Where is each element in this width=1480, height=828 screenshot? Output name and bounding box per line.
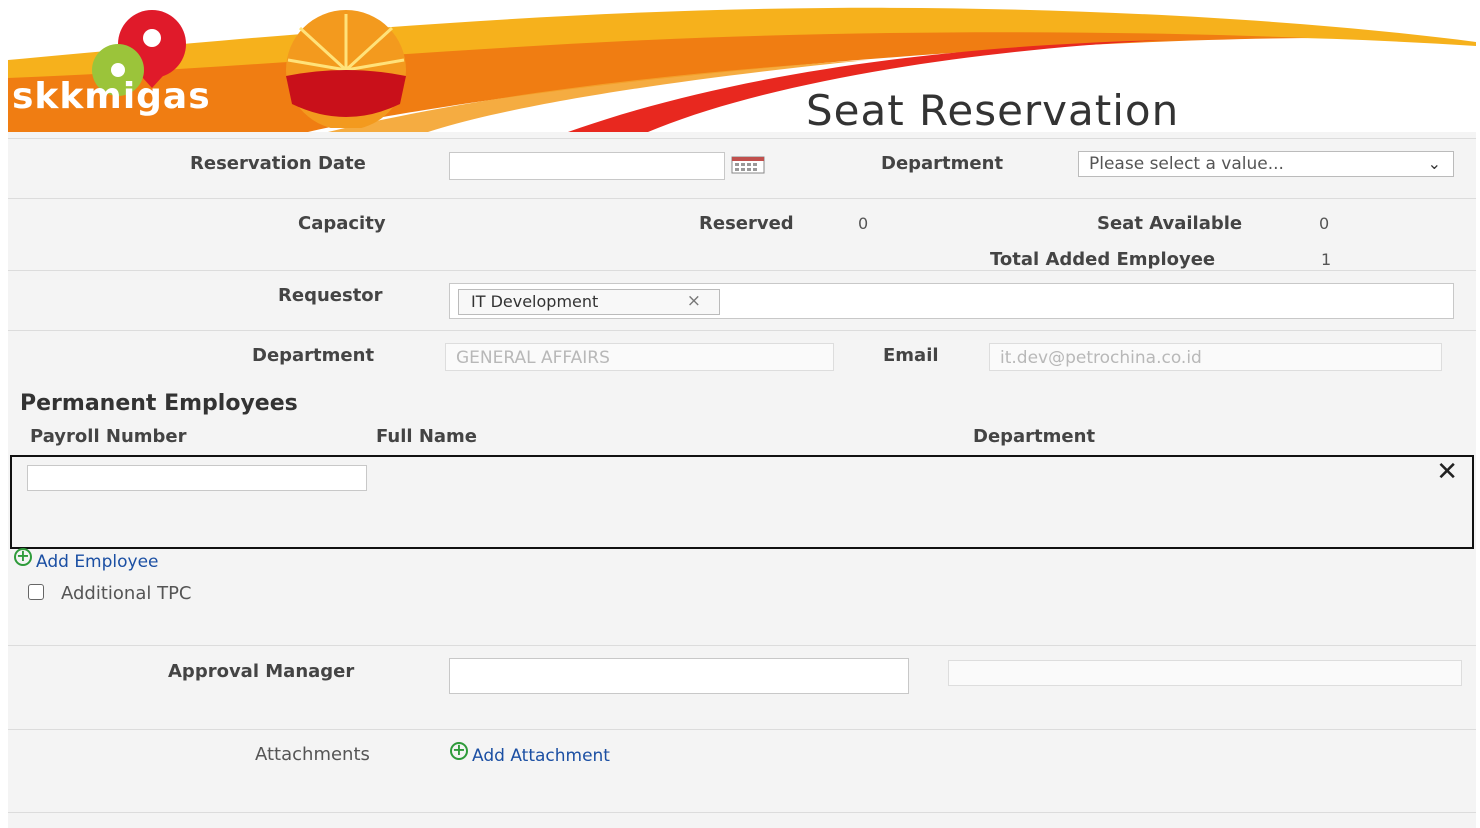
add-circle-icon: + [450, 742, 468, 760]
remove-tag-icon[interactable]: × [687, 291, 701, 311]
divider [8, 330, 1476, 331]
reservation-date-label: Reservation Date [190, 153, 366, 174]
calendar-icon[interactable] [731, 156, 765, 174]
reserved-label: Reserved [699, 213, 794, 234]
chevron-down-icon: ⌄ [1427, 154, 1441, 173]
department-select-value: Please select a value... [1089, 154, 1284, 174]
additional-tpc-checkbox[interactable] [28, 584, 44, 600]
header-banner: skkmigas Seat Reservation [8, 0, 1476, 132]
approval-manager-input[interactable] [449, 658, 909, 694]
total-added-employee-label: Total Added Employee [990, 249, 1216, 270]
divider [8, 198, 1476, 199]
column-header-full-name: Full Name [376, 426, 477, 447]
seat-reservation-form: skkmigas Seat Reservation Reservation Da… [8, 0, 1476, 828]
divider [8, 138, 1476, 139]
requestor-picker[interactable]: IT Development × [449, 283, 1454, 319]
brand-wordmark: skkmigas [12, 76, 211, 117]
payroll-number-input[interactable] [27, 465, 367, 491]
divider [8, 270, 1476, 271]
seat-available-label: Seat Available [1097, 213, 1243, 234]
email-label: Email [883, 345, 939, 366]
add-circle-icon: + [14, 548, 32, 566]
total-added-employee-value: 1 [1321, 250, 1332, 269]
reserved-value: 0 [858, 214, 869, 233]
add-employee-label: Add Employee [36, 552, 159, 572]
divider [8, 812, 1476, 813]
requestor-department-field: GENERAL AFFAIRS [445, 343, 834, 371]
remove-employee-icon[interactable]: ✕ [1436, 459, 1458, 485]
requestor-tag-label: IT Development [471, 292, 599, 311]
reservation-date-input[interactable] [449, 152, 725, 180]
capacity-label: Capacity [298, 213, 386, 234]
approval-manager-label: Approval Manager [168, 661, 355, 682]
permanent-employees-heading: Permanent Employees [20, 391, 298, 416]
column-header-payroll-number: Payroll Number [30, 426, 187, 447]
attachments-label: Attachments [255, 744, 370, 765]
additional-tpc-label: Additional TPC [61, 583, 192, 604]
employee-row: ✕ [10, 455, 1474, 549]
email-field: it.dev@petrochina.co.id [989, 343, 1442, 371]
add-attachment-label: Add Attachment [472, 746, 610, 766]
requestor-tag: IT Development × [458, 289, 720, 315]
seat-available-value: 0 [1319, 214, 1330, 233]
department-select[interactable]: Please select a value... ⌄ [1078, 151, 1454, 177]
approval-manager-detail-field [948, 660, 1462, 686]
column-header-department: Department [973, 426, 1096, 447]
requestor-department-label: Department [252, 345, 375, 366]
divider [8, 729, 1476, 730]
page-title: Seat Reservation [806, 86, 1180, 132]
divider [8, 645, 1476, 646]
add-attachment-link[interactable]: + Add Attachment [450, 742, 610, 766]
requestor-label: Requestor [278, 285, 383, 306]
petrochina-logo [286, 10, 406, 128]
department-select-label: Department [881, 153, 1004, 174]
add-employee-link[interactable]: + Add Employee [14, 548, 159, 572]
